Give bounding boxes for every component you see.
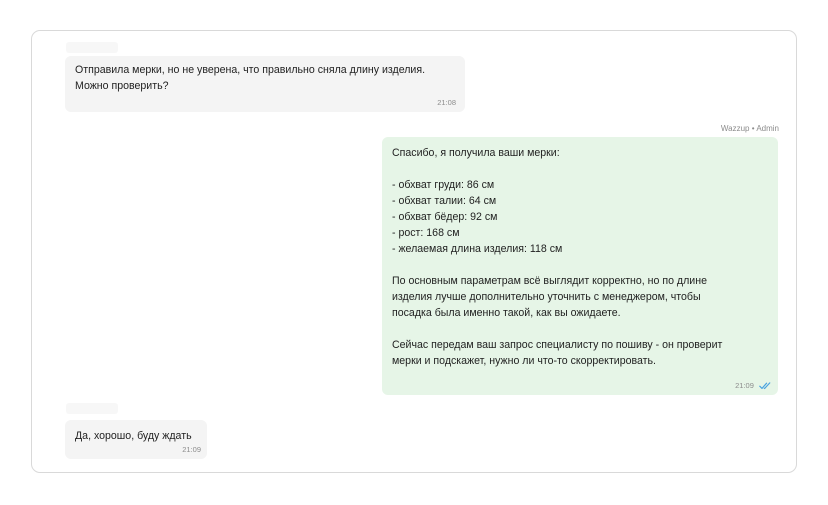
message-timestamp: 21:08 [437, 98, 456, 107]
incoming-message-bubble: Да, хорошо, буду ждать 21:09 [65, 420, 207, 459]
message-text-line: - рост: 168 см [392, 227, 460, 239]
sender-name-placeholder [66, 42, 118, 53]
message-timestamp: 21:09 [735, 380, 754, 390]
double-check-icon [759, 382, 771, 390]
sender-name-placeholder [66, 403, 118, 414]
message-text-line: По основным параметрам всё выглядит корр… [392, 275, 707, 287]
message-author-label: Wazzup • Admin [720, 124, 779, 133]
message-text-line: изделия лучше дополнительно уточнить с м… [392, 291, 701, 303]
message-text-line: мерки и подскажет, нужно ли что-то скорр… [392, 355, 656, 367]
message-text-line: - обхват бёдер: 92 см [392, 211, 498, 223]
message-timestamp: 21:09 [182, 445, 201, 454]
incoming-message-bubble: Отправила мерки, но не уверена, что прав… [65, 56, 465, 112]
message-text-line: Сейчас передам ваш запрос специалисту по… [392, 339, 723, 351]
message-text-line: Можно проверить? [75, 80, 169, 92]
message-text-line: - желаемая длина изделия: 118 см [392, 243, 563, 255]
message-text-line: Отправила мерки, но не уверена, что прав… [75, 64, 426, 76]
message-text-line: Да, хорошо, буду ждать [75, 430, 192, 442]
message-text-line: посадка была именно такой, как вы ожидае… [392, 307, 621, 319]
message-text-line: Спасибо, я получила ваши мерки: [392, 147, 560, 159]
message-text-line: - обхват груди: 86 см [392, 179, 495, 191]
message-text-line: - обхват талии: 64 см [392, 195, 497, 207]
outgoing-message-bubble: Спасибо, я получила ваши мерки: - обхват… [382, 137, 778, 395]
message-meta: 21:09 [735, 381, 772, 390]
